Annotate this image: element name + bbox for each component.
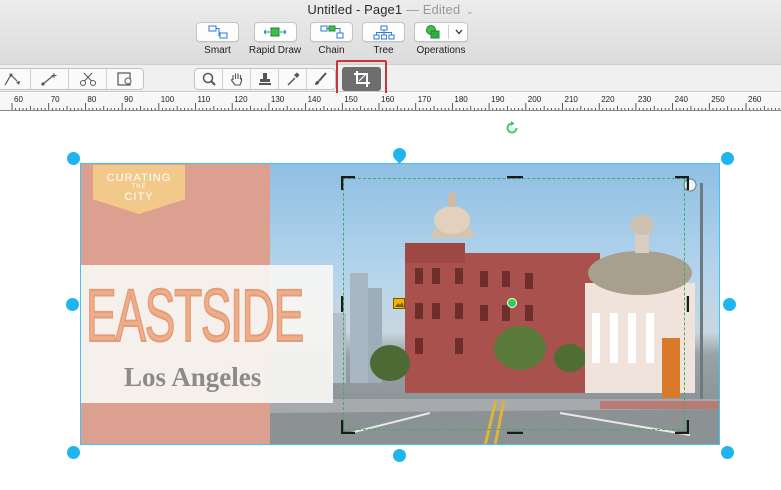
window-toolbar: Untitled - Page1 — Edited ⌄ Smart Rapid … [0,0,781,64]
hand-tool-icon[interactable] [223,69,251,89]
ruler-label: 190 [491,95,505,104]
ruler-label: 260 [748,95,762,104]
crop-icon [353,71,370,87]
badge-line-2: THE [131,184,147,190]
rapid-draw-button[interactable] [253,22,297,42]
zoom-tool-icon[interactable] [195,69,223,89]
smart-icon [208,25,227,39]
image-badge-icon [393,298,405,309]
resize-handle-right[interactable] [723,298,736,311]
chain-tool[interactable]: Chain [310,22,353,56]
resize-handle-left[interactable] [66,298,79,311]
badge-line-1: CURATING [106,172,172,184]
ruler-label: 250 [711,95,725,104]
ruler-scale: 60 70 80 90 100 110 120 130 140 150 160 170 180 190 20… [11,95,780,110]
resize-handle-bottom-right[interactable] [721,446,734,459]
edited-status: — Edited [405,2,461,17]
operations-icon [426,25,440,39]
image-tool-icon[interactable] [107,69,143,89]
crop-center-handle[interactable] [507,298,517,308]
horizontal-ruler: 60 70 80 90 100 110 120 130 140 150 160 170 180 190 20… [0,93,781,111]
chevron-down-icon[interactable] [455,29,463,35]
rotate-icon[interactable] [505,121,519,135]
ruler-label: 160 [381,95,395,104]
ruler-label: 210 [565,95,579,104]
ruler-label: 240 [675,95,689,104]
ruler-label: 70 [51,95,60,104]
resize-handle-top-left[interactable] [67,152,80,165]
operations-label: Operations [416,45,466,56]
ruler-label: 110 [198,95,211,104]
rapid-draw-icon [263,27,287,37]
ruler-label: 170 [418,95,432,104]
ruler-label: 200 [528,95,542,104]
resize-handle-bottom-left[interactable] [67,446,80,459]
smart-tool[interactable]: Smart [196,22,239,56]
stamp-tool-icon[interactable] [251,69,279,89]
resize-handle-top-right[interactable] [721,152,734,165]
tree-tool[interactable]: Tree [362,22,405,56]
badge-line-3: CITY [124,191,154,203]
tree-button[interactable] [362,22,405,42]
tree-icon [373,25,394,39]
window-title[interactable]: Untitled - Page1 — Edited ⌄ [0,2,781,17]
document-name: Untitled - Page1 [307,2,403,17]
ruler-label: 120 [234,95,248,104]
tree-label: Tree [373,45,394,56]
crop-tool-button[interactable] [342,67,381,91]
drawing-toolbar [0,64,781,152]
chain-label: Chain [318,45,345,56]
divider [447,25,449,39]
operations-button[interactable] [414,22,468,42]
ruler-label: 130 [271,95,285,104]
view-tools-group [194,68,336,90]
subline-text: Los Angeles [124,362,262,392]
ruler-label: 100 [161,95,175,104]
connector-tools-group [0,68,144,90]
operations-tool[interactable]: Operations [411,22,471,56]
ruler-label: 220 [601,95,615,104]
ruler-label: 140 [308,95,322,104]
smart-label: Smart [204,45,231,56]
paintbrush-tool-icon[interactable] [307,69,335,89]
ruler-label: 60 [14,95,23,104]
ruler-label: 230 [638,95,652,104]
ruler-label: 80 [87,95,96,104]
ruler-label: 150 [344,95,358,104]
rapid-draw-label: Rapid Draw [248,45,302,56]
ruler-label: 90 [124,95,133,104]
chain-icon [320,25,343,39]
ruler-label: 180 [454,95,468,104]
scissor-tool-icon[interactable] [69,69,107,89]
headline-text: EASTSIDE [85,274,304,357]
rapid-draw-tool[interactable]: Rapid Draw [248,22,302,56]
eyedropper-tool-icon[interactable] [279,69,307,89]
smart-button[interactable] [196,22,239,42]
resize-handle-bottom[interactable] [393,449,406,462]
connector-tool-icon[interactable] [0,69,31,89]
chain-button[interactable] [310,22,353,42]
line-tool-icon[interactable] [31,69,69,89]
chevron-down-icon[interactable]: ⌄ [466,6,474,16]
